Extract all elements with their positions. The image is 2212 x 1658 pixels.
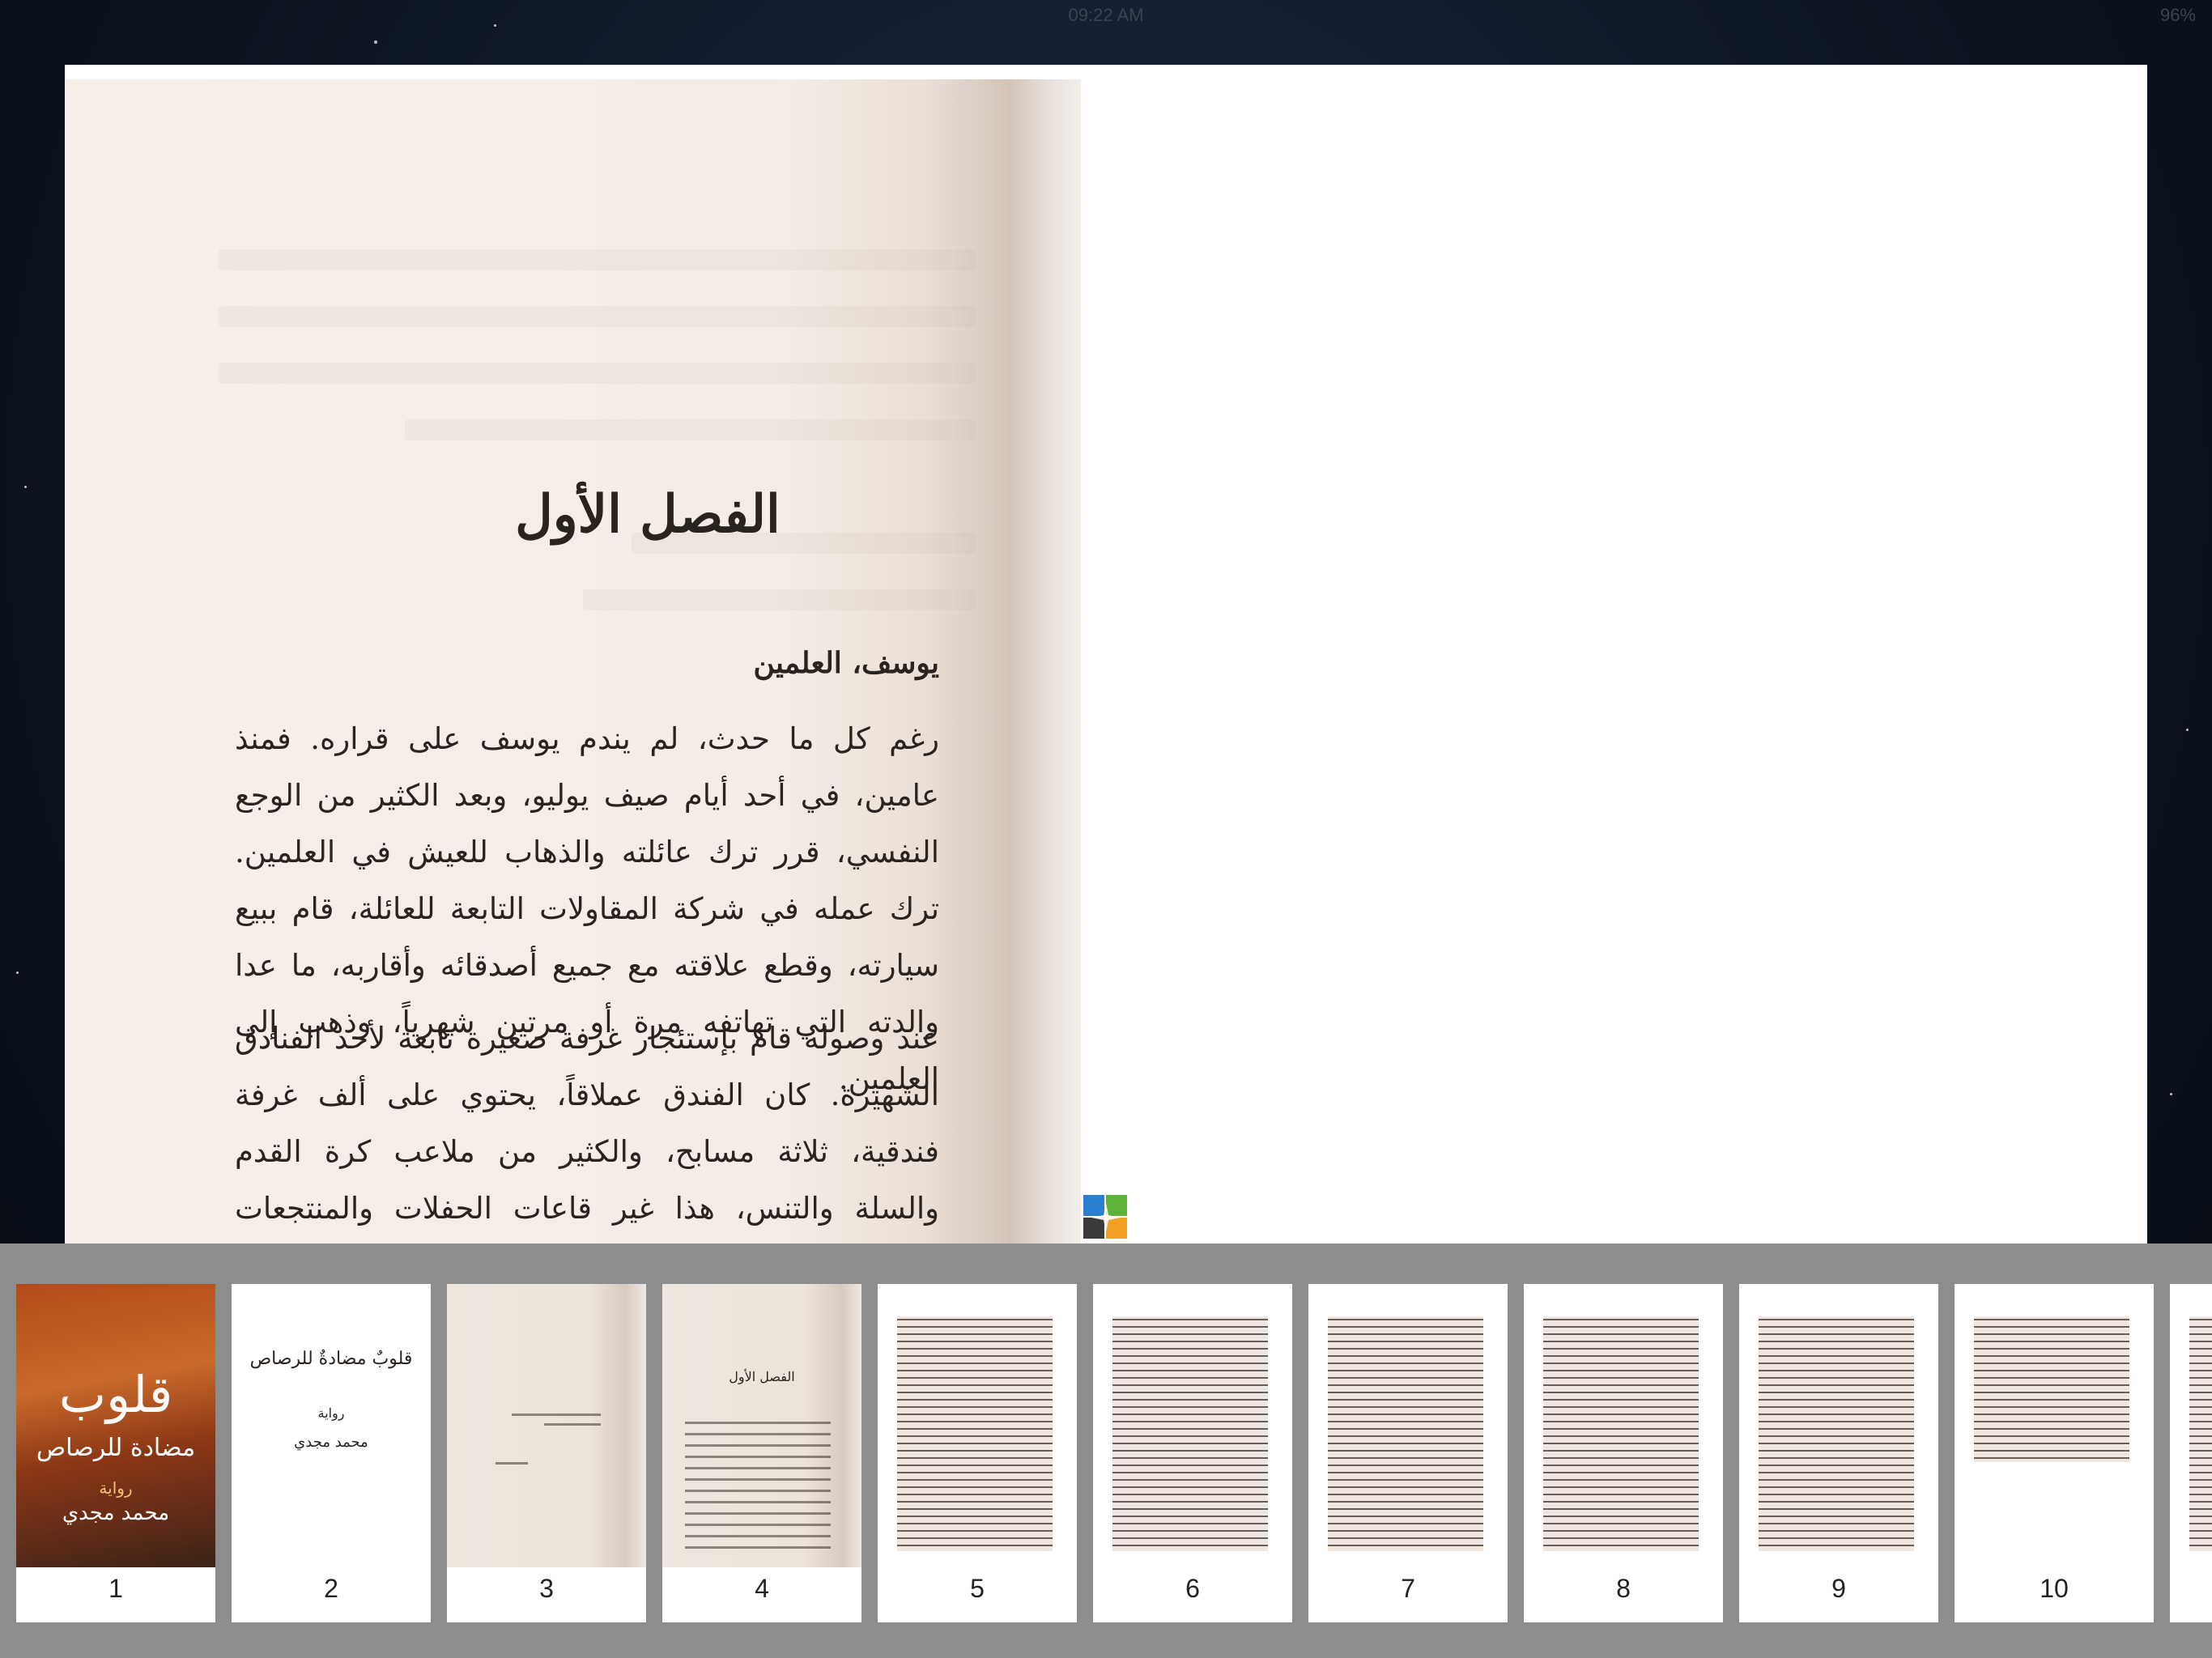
thumbnail-image [1955, 1284, 2154, 1567]
page-thumbnail-10[interactable]: 10 [1955, 1284, 2154, 1622]
thumbnail-image [1524, 1284, 1723, 1567]
page-thumbnail-9[interactable]: 9 [1739, 1284, 1938, 1622]
thumbnail-image: الفصل الأول [662, 1284, 861, 1567]
cover-author: محمد مجدي [62, 1501, 170, 1525]
thumbnail-number: 6 [1185, 1574, 1200, 1603]
star [24, 486, 27, 488]
page-thumbnail-6[interactable]: 6 [1093, 1284, 1292, 1622]
thumbnail-number: 3 [539, 1574, 554, 1603]
chapter-title: الفصل الأول [515, 484, 781, 545]
thumbnail-number: 9 [1831, 1574, 1846, 1603]
star [2170, 1093, 2172, 1095]
cover-image: قلوب مضادة للرصاص رواية محمد مجدي [16, 1284, 215, 1567]
thumbnail-chapter-title: الفصل الأول [729, 1369, 795, 1384]
thumbnail-number: 8 [1616, 1574, 1631, 1603]
page-thumbnail-8[interactable]: 8 [1524, 1284, 1723, 1622]
page-thumbnail-3[interactable]: 3 [447, 1284, 646, 1622]
page-thumbnail-7[interactable]: 7 [1308, 1284, 1508, 1622]
cover-title: قلوب [58, 1365, 173, 1424]
page-thumbnail-11[interactable] [2170, 1284, 2212, 1622]
page-thumbnail-4[interactable]: الفصل الأول 4 [662, 1284, 861, 1622]
thumbnail-number: 1 [108, 1574, 123, 1603]
thumbnail-image [1739, 1284, 1938, 1567]
thumbnail-image [878, 1284, 1077, 1567]
thumbnail-genre: رواية [317, 1405, 345, 1421]
thumbnail-image: قلوبٌ مضادةٌ للرصاص رواية محمد مجدي [232, 1284, 431, 1567]
thumbnail-image [1308, 1284, 1508, 1567]
paragraph: عند وصوله قام بإستئجار غرفة صغيرة تابعة … [235, 1021, 939, 1226]
cover-subtitle: مضادة للرصاص [36, 1434, 196, 1462]
thumbnail-title: قلوبٌ مضادةٌ للرصاص [249, 1349, 413, 1369]
page-viewer[interactable]: الفصل الأول يوسف، العلمين رغم كل ما حدث،… [65, 65, 2147, 1244]
bleed-through-line [405, 419, 976, 440]
battery-percentage: 96% [2159, 5, 2196, 25]
star [16, 971, 19, 974]
star [374, 40, 377, 44]
app-logo-icon [1083, 1195, 1129, 1240]
thumbnail-number: 10 [2040, 1574, 2069, 1603]
bleed-through-line [219, 363, 976, 384]
bleed-through-line [219, 306, 976, 327]
status-time: 09:22 AM [1068, 5, 1144, 25]
status-bar: 09:22 AM 96% [0, 0, 2212, 32]
thumbnail-author: محمد مجدي [294, 1434, 368, 1451]
thumbnail-number: 7 [1401, 1574, 1415, 1603]
thumbnail-strip[interactable]: قلوب مضادة للرصاص رواية محمد مجدي 1 قلوب… [0, 1244, 2212, 1658]
thumbnail-number: 4 [755, 1574, 769, 1603]
cover-genre: رواية [99, 1478, 133, 1498]
thumbnail-image [1093, 1284, 1292, 1567]
bleed-through-line [583, 589, 976, 610]
page-thumbnail-2[interactable]: قلوبٌ مضادةٌ للرصاص رواية محمد مجدي 2 [232, 1284, 431, 1622]
section-heading: يوسف، العلمين [753, 646, 939, 680]
thumbnail-image [447, 1284, 646, 1567]
thumbnail-number: 5 [970, 1574, 985, 1603]
page-thumbnail-5[interactable]: 5 [878, 1284, 1077, 1622]
star [2186, 729, 2189, 731]
page-scan[interactable]: الفصل الأول يوسف، العلمين رغم كل ما حدث،… [65, 79, 1081, 1244]
thumbnail-image [2170, 1284, 2212, 1567]
thumbnail-number: 2 [324, 1574, 338, 1603]
page-thumbnail-1[interactable]: قلوب مضادة للرصاص رواية محمد مجدي 1 [16, 1284, 215, 1622]
bleed-through-line [219, 249, 976, 270]
